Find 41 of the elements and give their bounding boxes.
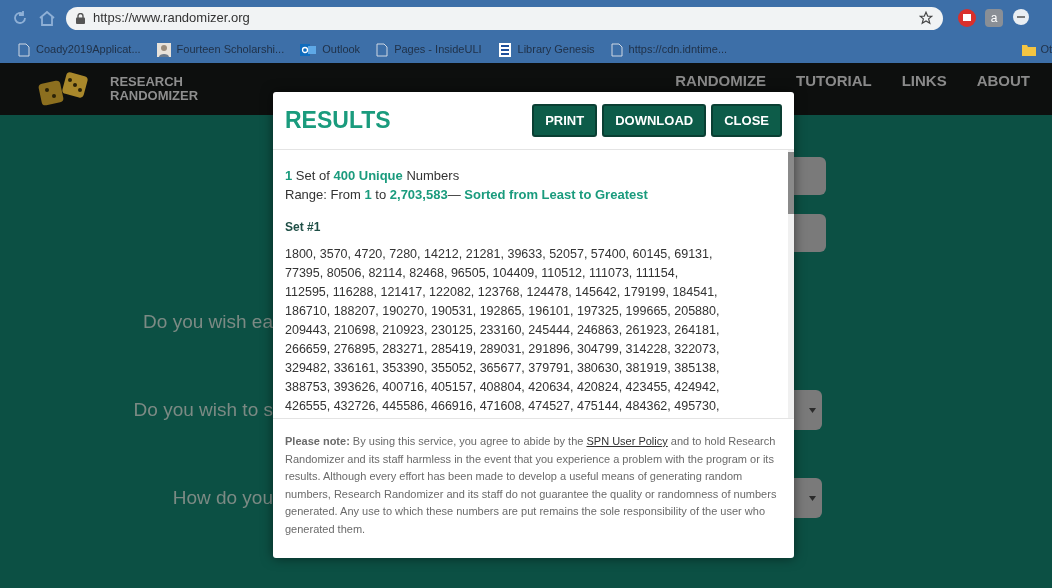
site-logo-text[interactable]: RESEARCH RANDOMIZER — [110, 75, 199, 103]
nav-link[interactable]: RANDOMIZE — [675, 72, 767, 89]
text-field[interactable] — [794, 214, 826, 252]
disclaimer-text: Please note: By using this service, you agree to abide by the SPN User Policy and to hold Research Randomizer and its staff harmless in the event that you experience a problem with the program or its results. Although every effort has been made to develop a useful means of generating random numbers, Research Randomizer and its staff do not guarantee the quality or randomness of numbers generated. Any use to which these numbers are put remains the sole responsibility of the user who generated them. — [285, 434, 778, 537]
form-question: How do you — [172, 486, 273, 510]
address-bar[interactable]: https://www.randomizer.org — [66, 6, 943, 30]
number-list: 1800, 3570, 4720, 7280, 14212, 21281, 39633, 52057, 57400, 60145, 69131, 77395, 80506, 82114, 82468, 96505, 104409, 110512, 111073, 111154, 112595, 116288, 121417, 122082, 123768, 124478, 145642, 179199, 184541, 186710, 188207, 190270, 190531, 192865, 196101, 197325, 199665, 205880, 209443, 210698, 210923, 230125, 233160, 245444, 246863, 261923, 264181, 266659, 276895, 283271, 285419, 289031, 291896, 304799, 314228, 322073, 329482, 336161, 353390, 355052, 365677, 379791, 380630, 381919, 385138, 388753, 393626, 400716, 405157, 408804, 420634, 420824, 423455, 424942, 426555, 432726, 445586, 466916, 471608, 474527, 475144, 484362, 495730, — [285, 245, 788, 416]
star-icon[interactable] — [919, 11, 933, 25]
reload-icon[interactable] — [12, 10, 28, 26]
lock-icon — [76, 12, 85, 24]
url-text: https://www.randomizer.org — [93, 9, 251, 28]
mail-icon — [300, 42, 317, 57]
page-icon — [376, 42, 389, 57]
caret-icon — [809, 495, 816, 501]
dialog-button[interactable]: PRINT — [532, 104, 598, 137]
select-field[interactable] — [794, 390, 822, 430]
dice-logo-icon — [38, 72, 90, 106]
scrollbar[interactable] — [788, 150, 794, 418]
home-icon[interactable] — [38, 10, 56, 26]
results-summary: Range: From 1 to 2,703,583— Sorted from Least to Greatest — [285, 186, 649, 204]
dialog-button[interactable]: DOWNLOAD — [602, 104, 707, 137]
nav-link[interactable]: ABOUT — [976, 72, 1030, 89]
policy-link[interactable]: SPN User Policy — [586, 435, 668, 447]
text-field[interactable] — [794, 157, 826, 195]
nav-link[interactable]: LINKS — [901, 72, 947, 89]
book-icon — [497, 42, 512, 57]
form-question: Do you wish ea — [143, 310, 273, 334]
results-summary: 1 Set of 400 Unique Numbers — [285, 167, 461, 185]
set-heading: Set #1 — [285, 219, 322, 236]
extension-icon[interactable]: a — [985, 9, 1003, 27]
form-question: Do you wish to s — [133, 398, 273, 422]
select-field[interactable] — [794, 478, 822, 518]
caret-icon — [809, 407, 816, 413]
dialog-button[interactable]: CLOSE — [711, 104, 782, 137]
dialog-title: RESULTS — [285, 106, 392, 136]
nav-link[interactable]: TUTORIAL — [796, 72, 872, 89]
extension-icon[interactable] — [957, 8, 977, 28]
page-icon — [18, 42, 30, 57]
page-icon — [610, 42, 623, 57]
person-icon — [156, 42, 171, 57]
folder-icon — [1022, 43, 1037, 56]
